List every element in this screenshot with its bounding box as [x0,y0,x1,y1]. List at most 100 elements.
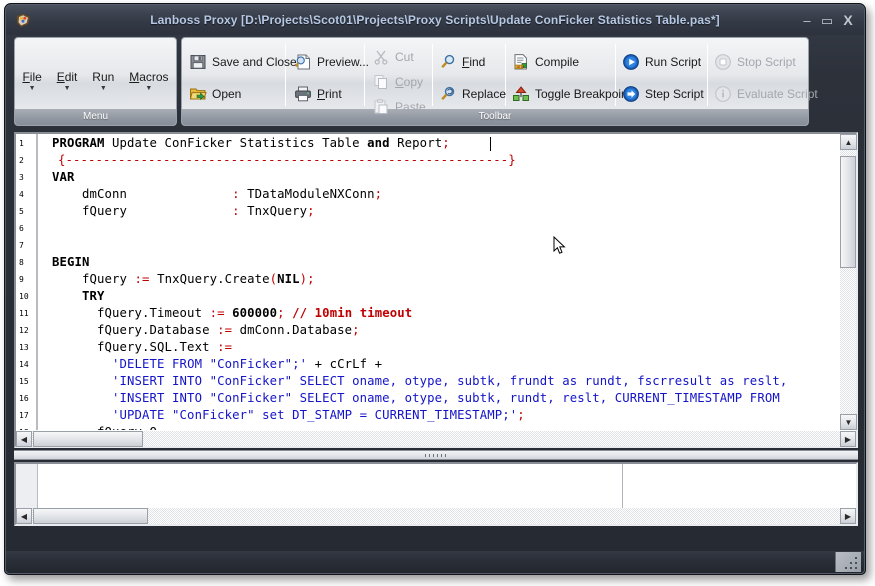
scroll-right-arrow-icon[interactable]: ▶ [840,508,856,524]
find-button[interactable]: Find [439,51,485,73]
scroll-up-arrow-icon[interactable]: ▲ [840,134,857,150]
code-line-17: 'UPDATE "ConFicker" set DT_STAMP = CURRE… [52,408,525,422]
save-and-close-label: Save and Close [212,55,297,69]
line-number-gutter: 1 2 3 4 5 6 7 8 9 10 11 12 13 14 15 16 1… [16,134,38,446]
paste-icon [372,98,390,116]
code-line-2: {---------------------------------------… [58,153,516,167]
scroll-left-arrow-icon[interactable]: ◀ [16,508,32,524]
print-mnemonic: P [317,87,326,101]
window-title: Lanboss Proxy [D:\Projects\Scot01\Projec… [150,13,720,27]
floppy-disk-icon [189,53,207,71]
play-circle-icon [622,53,640,71]
printer-icon [294,85,312,103]
line-number: 6 [19,224,24,233]
copy-icon [372,73,390,91]
copy-button[interactable]: Copy [372,71,423,93]
copy-label-rest: opy [403,75,424,89]
code-line-1: PROGRAM Update ConFicker Statistics Tabl… [52,136,450,150]
step-arrow-icon [622,85,640,103]
chevron-down-icon: ▼ [28,85,36,92]
panel-splitter[interactable] [14,450,858,460]
menu-file-mnemonic: F [22,70,30,84]
chevron-down-icon: ▼ [99,85,107,92]
maximize-button[interactable]: ▭ [820,14,834,28]
chevron-down-icon: ▼ [145,85,153,92]
paste-button[interactable]: Paste [372,96,426,118]
toolbar-separator [432,44,433,106]
paste-mnemonic: P [395,100,404,114]
menu-run-label: un [100,70,115,84]
menu-edit[interactable]: Edit ▼ [54,70,81,92]
replace-button[interactable]: Replace [439,83,506,105]
open-button[interactable]: Open [189,83,241,105]
svg-text:1010: 1010 [516,65,524,69]
print-label-rest: rint [325,87,342,101]
line-number: 3 [19,173,24,182]
menu-macros-mnemonic: M [129,70,140,84]
code-line-11: fQuery.Timeout := 600000; // 10min timeo… [52,306,413,320]
title-bar[interactable]: Lanboss Proxy [D:\Projects\Scot01\Projec… [6,5,864,35]
breakpoint-icon [512,85,530,103]
step-script-button[interactable]: Step Script [622,83,704,105]
scroll-right-arrow-icon[interactable]: ▶ [840,431,856,447]
line-number: 11 [19,309,29,318]
output-panel[interactable]: ◀ ▶ [14,462,858,526]
find-label-rest: ind [469,55,486,69]
compile-button[interactable]: 1010 Compile [512,51,579,73]
resize-grip-icon[interactable] [835,552,861,572]
scroll-left-arrow-icon[interactable]: ◀ [16,431,32,447]
print-button[interactable]: Print [294,83,342,105]
toggle-breakpoint-button[interactable]: Toggle Breakpoint [512,83,631,105]
preview-button[interactable]: Preview... [294,51,369,73]
copy-mnemonic: C [395,75,404,89]
toolbar-group-caption: Toolbar [182,109,808,125]
menu-group-panel: File ▼ Edit ▼ Run ▼ Macros ▼ Menu [14,37,177,126]
code-text-area[interactable]: PROGRAM Update ConFicker Statistics Tabl… [40,134,839,430]
output-horizontal-scrollbar[interactable]: ◀ ▶ [16,508,856,524]
line-number: 15 [19,377,29,386]
toggle-breakpoint-label: Toggle Breakpoint [535,87,632,101]
preview-label: Preview... [317,55,370,69]
code-line-14: 'DELETE FROM "ConFicker";' + cCrLf + [112,357,383,371]
minimize-button[interactable]: – [800,14,814,28]
cut-button[interactable]: Cut [372,46,414,68]
chevron-down-icon: ▼ [63,85,71,92]
line-number: 1 [19,139,24,148]
menu-macros[interactable]: Macros ▼ [126,70,171,92]
stop-script-button[interactable]: Stop Script [714,51,796,73]
splitter-grip-icon [425,454,447,457]
menu-file[interactable]: File ▼ [19,70,44,92]
vertical-scroll-track[interactable] [840,150,856,414]
menu-run[interactable]: Run ▼ [89,70,117,92]
code-editor-panel[interactable]: 1 2 3 4 5 6 7 8 9 10 11 12 13 14 15 16 1… [14,132,858,448]
vertical-scroll-thumb[interactable] [840,156,856,268]
application-window: Lanboss Proxy [D:\Projects\Scot01\Projec… [4,3,866,575]
line-number: 4 [19,190,24,199]
open-label: Open [212,87,242,101]
step-script-label: Step Script [645,87,704,101]
close-button[interactable]: X [841,13,855,28]
code-line-12: fQuery.Database := dmConn.Database; [52,323,360,337]
ribbon-toolbar: Toolbar File ▼ Edit ▼ Run ▼ Macros ▼ Men… [9,37,861,128]
line-number: 9 [19,275,24,284]
line-number: 12 [19,326,29,335]
code-line-16: 'INSERT INTO "ConFicker" SELECT oname, o… [52,391,780,405]
editor-vertical-scrollbar[interactable]: ▲ ▼ [839,134,857,430]
horizontal-scroll-thumb[interactable] [33,431,143,447]
line-number: 17 [19,411,29,420]
scroll-down-arrow-icon[interactable]: ▼ [840,414,857,430]
save-and-close-button[interactable]: Save and Close [189,51,297,73]
editor-horizontal-scrollbar[interactable]: ◀ ▶ [16,430,856,447]
line-number: 5 [19,207,24,216]
evaluate-script-button[interactable]: Evaluate Script [714,83,818,105]
menu-run-mnemonic: R [92,70,101,84]
text-caret [490,137,491,151]
compile-doc-icon: 1010 [512,53,530,71]
code-line-8: BEGIN [52,255,90,269]
output-scroll-thumb[interactable] [33,508,148,524]
paste-label-rest: aste [403,100,426,114]
run-script-button[interactable]: Run Script [622,51,701,73]
run-script-label: Run Script [645,55,702,69]
line-number: 7 [19,241,24,250]
line-number: 16 [19,394,29,403]
